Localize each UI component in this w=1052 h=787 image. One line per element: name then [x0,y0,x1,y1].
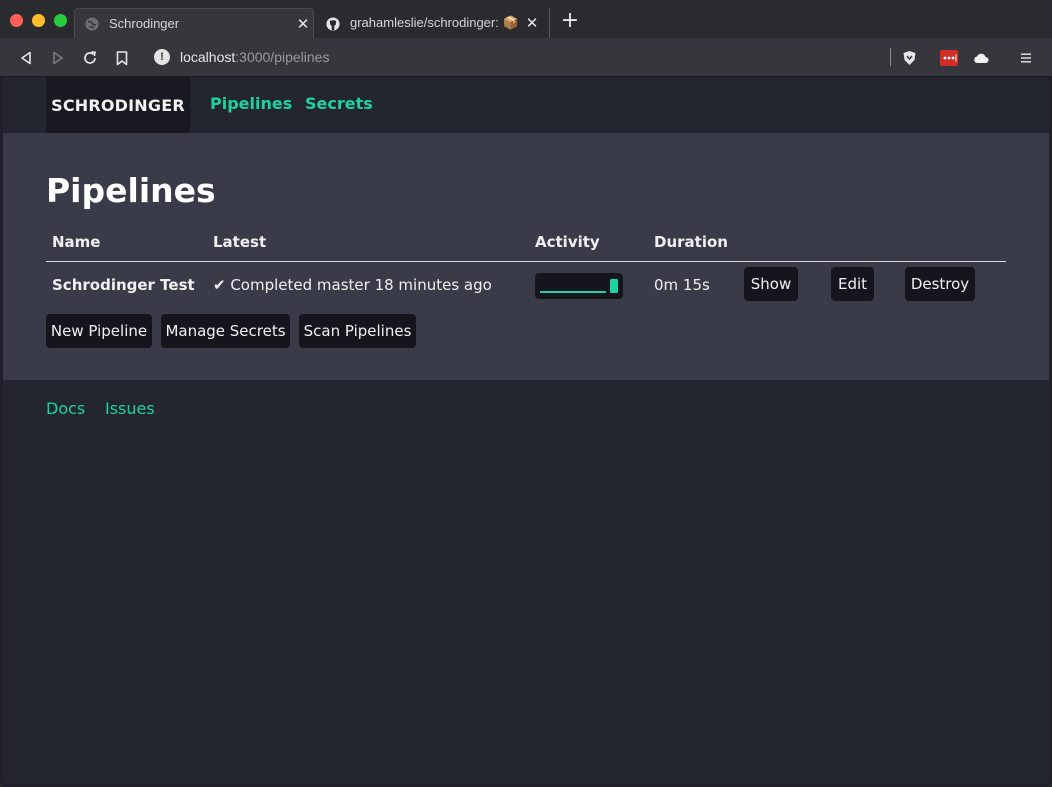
pipeline-latest-status: ✔ Completed master 18 minutes ago [213,276,492,294]
github-icon [326,16,340,31]
page-title: Pipelines [46,171,216,210]
menu-icon[interactable] [1016,48,1036,68]
activity-bar-block [610,279,618,293]
globe-icon [85,17,99,31]
browser-window: Schrodinger ✕ grahamleslie/schrodinger: … [0,0,1052,787]
tab-schrodinger[interactable]: Schrodinger ✕ [74,8,314,38]
column-header-duration: Duration [654,233,728,251]
activity-indicator [535,273,623,299]
edit-button[interactable]: Edit [831,267,874,301]
tab-title: grahamleslie/schrodinger: 📦 Sch [350,15,522,30]
column-header-latest: Latest [213,233,267,251]
tab-github[interactable]: grahamleslie/schrodinger: 📦 Sch ✕ [316,8,550,38]
site-info-icon[interactable]: ! [154,49,170,65]
new-pipeline-button[interactable]: New Pipeline [46,314,152,348]
pipeline-duration: 0m 15s [654,276,710,294]
url-path: :3000/pipelines [235,49,330,65]
nav-link-pipelines[interactable]: Pipelines [210,94,292,113]
app-navbar: SCHRODINGER Pipelines Secrets [3,77,1049,133]
tab-strip: Schrodinger ✕ grahamleslie/schrodinger: … [0,0,1052,38]
minimize-window-button[interactable] [32,14,45,27]
footer-link-docs[interactable]: Docs [46,399,85,418]
close-window-button[interactable] [10,14,23,27]
forward-icon[interactable] [48,48,68,68]
close-tab-icon[interactable]: ✕ [522,14,542,32]
close-tab-icon[interactable]: ✕ [293,15,313,33]
manage-secrets-button[interactable]: Manage Secrets [161,314,290,348]
bookmark-icon[interactable] [112,48,132,68]
nav-link-secrets[interactable]: Secrets [305,94,373,113]
cloud-icon[interactable] [971,48,991,68]
activity-bar-line [540,291,606,293]
column-header-activity: Activity [535,233,600,251]
column-header-name: Name [52,233,101,251]
tab-title: Schrodinger [109,16,180,31]
toolbar-divider [890,48,891,66]
reload-icon[interactable] [80,48,100,68]
brand-logo[interactable]: SCHRODINGER [46,77,190,133]
table-header-divider [46,261,1006,262]
url-host: localhost [180,49,236,65]
pipeline-name[interactable]: Schrodinger Test [52,276,195,294]
footer-link-issues[interactable]: Issues [105,399,155,418]
show-button[interactable]: Show [744,267,798,301]
maximize-window-button[interactable] [54,14,67,27]
browser-toolbar: ! localhost:3000/pipelines [0,38,1052,77]
new-tab-icon[interactable]: + [560,10,580,32]
scan-pipelines-button[interactable]: Scan Pipelines [299,314,416,348]
destroy-button[interactable]: Destroy [905,267,975,301]
back-icon[interactable] [16,48,36,68]
app-viewport: SCHRODINGER Pipelines Secrets Pipelines … [3,77,1049,783]
brave-shield-icon[interactable] [899,48,919,68]
lastpass-icon[interactable] [939,48,959,68]
pipelines-section: Pipelines Name Latest Activity Duration … [3,133,1049,380]
address-bar[interactable]: ! localhost:3000/pipelines [150,44,329,70]
